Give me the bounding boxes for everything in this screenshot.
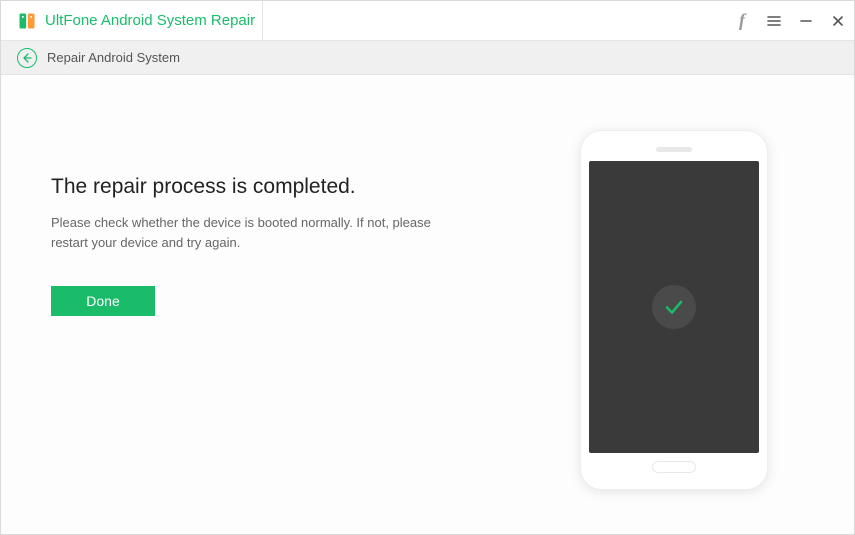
back-button[interactable] — [17, 48, 37, 68]
phone-speaker-icon — [656, 147, 692, 152]
subheader-title: Repair Android System — [47, 50, 180, 65]
minimize-icon[interactable] — [790, 1, 822, 41]
content-right — [554, 125, 794, 494]
subheader: Repair Android System — [1, 41, 854, 75]
check-icon — [662, 295, 686, 319]
phone-bottom — [589, 453, 759, 481]
phone-top — [589, 139, 759, 161]
content-left: The repair process is completed. Please … — [51, 125, 554, 494]
titlebar-controls: f — [726, 1, 854, 40]
app-window: UltFone Android System Repair f Repair A… — [0, 0, 855, 535]
phone-screen — [589, 161, 759, 453]
phone-mockup — [580, 130, 768, 490]
titlebar: UltFone Android System Repair f — [1, 1, 854, 41]
menu-icon[interactable] — [758, 1, 790, 41]
app-title: UltFone Android System Repair — [45, 12, 255, 29]
close-icon[interactable] — [822, 1, 854, 41]
titlebar-brand: UltFone Android System Repair — [1, 1, 263, 40]
content-area: The repair process is completed. Please … — [1, 75, 854, 534]
app-logo-icon — [17, 11, 37, 31]
done-button[interactable]: Done — [51, 286, 155, 316]
phone-home-icon — [652, 461, 696, 473]
page-description: Please check whether the device is boote… — [51, 213, 451, 252]
facebook-icon[interactable]: f — [726, 1, 758, 41]
success-check-circle — [652, 285, 696, 329]
page-heading: The repair process is completed. — [51, 175, 554, 199]
